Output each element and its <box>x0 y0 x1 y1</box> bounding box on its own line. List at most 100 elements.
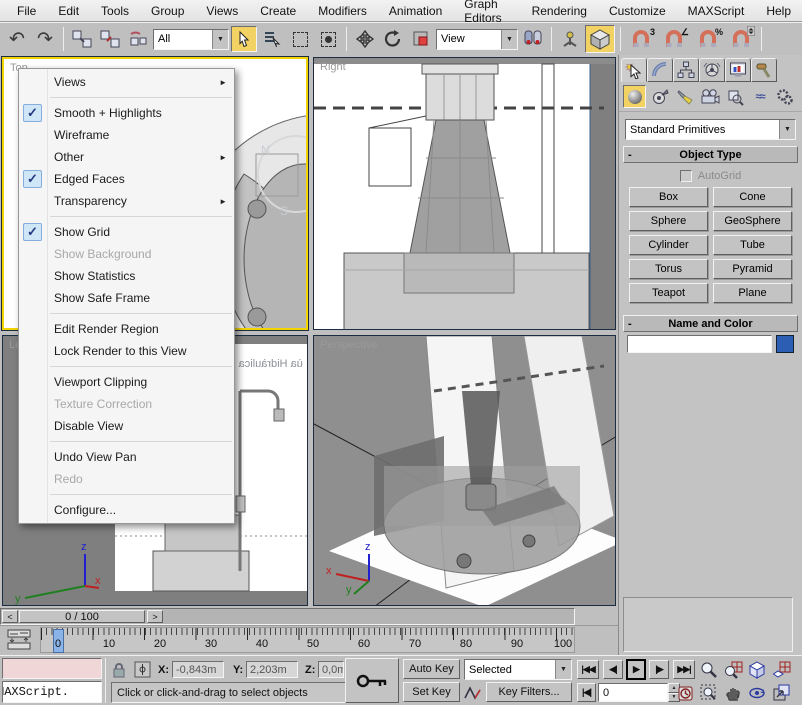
use-pivot-center-button[interactable] <box>520 26 546 52</box>
category-shapes-button[interactable] <box>648 85 671 108</box>
menu-item-undo-view-pan[interactable]: Undo View Pan <box>19 446 234 468</box>
name-color-header[interactable]: - Name and Color <box>623 315 798 332</box>
next-frame-button[interactable]: |▶ <box>649 660 669 679</box>
category-cameras-button[interactable] <box>698 85 721 108</box>
tab-display[interactable] <box>725 58 751 82</box>
tab-modify[interactable] <box>647 58 673 82</box>
y-coord-field[interactable]: 2,203m <box>246 661 298 678</box>
reference-coord-dropdown[interactable]: View ▼ <box>436 29 518 50</box>
zoom-extents-all-button[interactable] <box>770 659 792 680</box>
cylinder-button[interactable]: Cylinder <box>629 235 708 255</box>
menu-item-wireframe[interactable]: Wireframe <box>19 124 234 146</box>
menu-animation[interactable]: Animation <box>378 1 453 21</box>
menu-item-disable-view[interactable]: Disable View <box>19 415 234 437</box>
menu-item-other[interactable]: Other► <box>19 146 234 168</box>
menu-item-show-grid[interactable]: ✓Show Grid <box>19 221 234 243</box>
menu-rendering[interactable]: Rendering <box>521 1 598 21</box>
time-slider-prev-button[interactable]: < <box>2 610 18 623</box>
region-zoom-button[interactable] <box>698 682 720 703</box>
menu-item-edit-render-region[interactable]: Edit Render Region <box>19 318 234 340</box>
spinner-snap-button[interactable] <box>726 26 756 52</box>
play-button[interactable]: ▶ <box>626 659 646 680</box>
menu-item-views[interactable]: Views► <box>19 71 234 93</box>
track-bar[interactable]: 0 10 20 30 40 50 60 70 80 90 100 <box>0 625 618 655</box>
window-crossing-button[interactable] <box>315 26 341 52</box>
z-coord-field[interactable]: 0,0m <box>318 661 344 678</box>
tab-motion[interactable] <box>699 58 725 82</box>
menu-item-edged-faces[interactable]: ✓Edged Faces <box>19 168 234 190</box>
select-and-manipulate-button[interactable] <box>557 26 583 52</box>
key-mode-toggle-button[interactable]: |◀| <box>577 683 596 702</box>
category-systems-button[interactable] <box>773 85 796 108</box>
select-by-name-button[interactable] <box>259 26 285 52</box>
menu-help[interactable]: Help <box>755 1 802 21</box>
set-key-button[interactable]: Set Key <box>403 682 460 702</box>
object-type-header[interactable]: - Object Type <box>623 146 798 163</box>
select-object-button[interactable] <box>231 26 257 52</box>
prev-frame-button[interactable]: ◀| <box>603 660 623 679</box>
menu-tools[interactable]: Tools <box>90 1 140 21</box>
sphere-button[interactable]: Sphere <box>629 211 708 231</box>
category-geometry-button[interactable] <box>623 85 646 108</box>
pan-button[interactable] <box>722 682 744 703</box>
x-coord-field[interactable]: -0,843m <box>172 661 224 678</box>
category-spacewarps-button[interactable]: ≈≈ <box>748 85 771 108</box>
primitives-dropdown[interactable]: Standard Primitives ▼ <box>625 119 796 140</box>
tab-hierarchy[interactable] <box>673 58 699 82</box>
trackbar-ruler[interactable]: 0 10 20 30 40 50 60 70 80 90 100 <box>40 627 575 653</box>
snaps-toggle-button[interactable] <box>585 25 615 53</box>
menu-item-show-safe-frame[interactable]: Show Safe Frame <box>19 287 234 309</box>
tube-button[interactable]: Tube <box>713 235 792 255</box>
default-in-out-tangents-icon[interactable] <box>464 685 482 701</box>
maximize-viewport-button[interactable] <box>770 682 792 703</box>
zoom-extents-button[interactable] <box>746 659 768 680</box>
menu-customize[interactable]: Customize <box>598 1 677 21</box>
key-filters-button[interactable]: Key Filters... <box>486 682 572 702</box>
bind-to-spacewarp-button[interactable] <box>125 26 151 52</box>
angle-snap-button[interactable]: ∠ <box>658 26 690 52</box>
maxscript-recorder-field[interactable] <box>2 658 102 679</box>
tab-create[interactable] <box>621 58 647 82</box>
zoom-all-button[interactable] <box>722 659 744 680</box>
menu-item-smooth-highlights[interactable]: ✓Smooth + Highlights <box>19 102 234 124</box>
select-and-scale-button[interactable] <box>408 26 434 52</box>
unlink-button[interactable] <box>97 26 123 52</box>
selection-set-dropdown[interactable]: Selected ▼ <box>464 659 572 680</box>
object-name-field[interactable] <box>627 335 772 353</box>
rect-selection-region-button[interactable] <box>287 26 313 52</box>
time-configuration-button[interactable] <box>678 684 695 701</box>
selection-lock-icon[interactable] <box>112 662 126 678</box>
current-frame-field[interactable]: 0 <box>598 683 668 702</box>
menu-modifiers[interactable]: Modifiers <box>307 1 378 21</box>
menu-item-show-statistics[interactable]: Show Statistics <box>19 265 234 287</box>
box-button[interactable]: Box <box>629 187 708 207</box>
menu-file[interactable]: File <box>6 1 47 21</box>
absolute-mode-toggle-icon[interactable] <box>134 661 151 678</box>
teapot-button[interactable]: Teapot <box>629 283 708 303</box>
menu-create[interactable]: Create <box>249 1 307 21</box>
goto-end-button[interactable]: ▶▶| <box>673 660 695 679</box>
pyramid-button[interactable]: Pyramid <box>713 259 792 279</box>
menu-views[interactable]: Views <box>195 1 249 21</box>
time-slider-next-button[interactable]: > <box>147 610 163 623</box>
menu-item-transparency[interactable]: Transparency► <box>19 190 234 212</box>
menu-graph-editors[interactable]: Graph Editors <box>453 0 520 28</box>
goto-start-button[interactable]: |◀◀ <box>577 660 599 679</box>
tab-utilities[interactable] <box>751 58 777 82</box>
undo-button[interactable]: ↶ <box>4 26 30 52</box>
select-and-rotate-button[interactable] <box>380 26 406 52</box>
auto-key-button[interactable]: Auto Key <box>403 659 460 679</box>
time-slider-track[interactable]: < 0 / 100 > <box>0 608 575 625</box>
viewport-perspective[interactable]: z x y Perspective <box>313 335 616 606</box>
maxscript-listener-field[interactable]: MAXScript. <box>2 681 102 703</box>
snap-toggle-3d-button[interactable]: 3 <box>626 26 656 52</box>
menu-item-viewport-clipping[interactable]: Viewport Clipping <box>19 371 234 393</box>
open-mini-curve-editor-button[interactable] <box>6 629 34 651</box>
category-lights-button[interactable] <box>673 85 696 108</box>
menu-maxscript[interactable]: MAXScript <box>677 1 756 21</box>
redo-button[interactable]: ↷ <box>32 26 58 52</box>
selection-filter-dropdown[interactable]: All ▼ <box>153 29 229 50</box>
cone-button[interactable]: Cone <box>713 187 792 207</box>
time-slider-button[interactable]: 0 / 100 <box>19 610 145 623</box>
menu-item-configure[interactable]: Configure... <box>19 499 234 521</box>
